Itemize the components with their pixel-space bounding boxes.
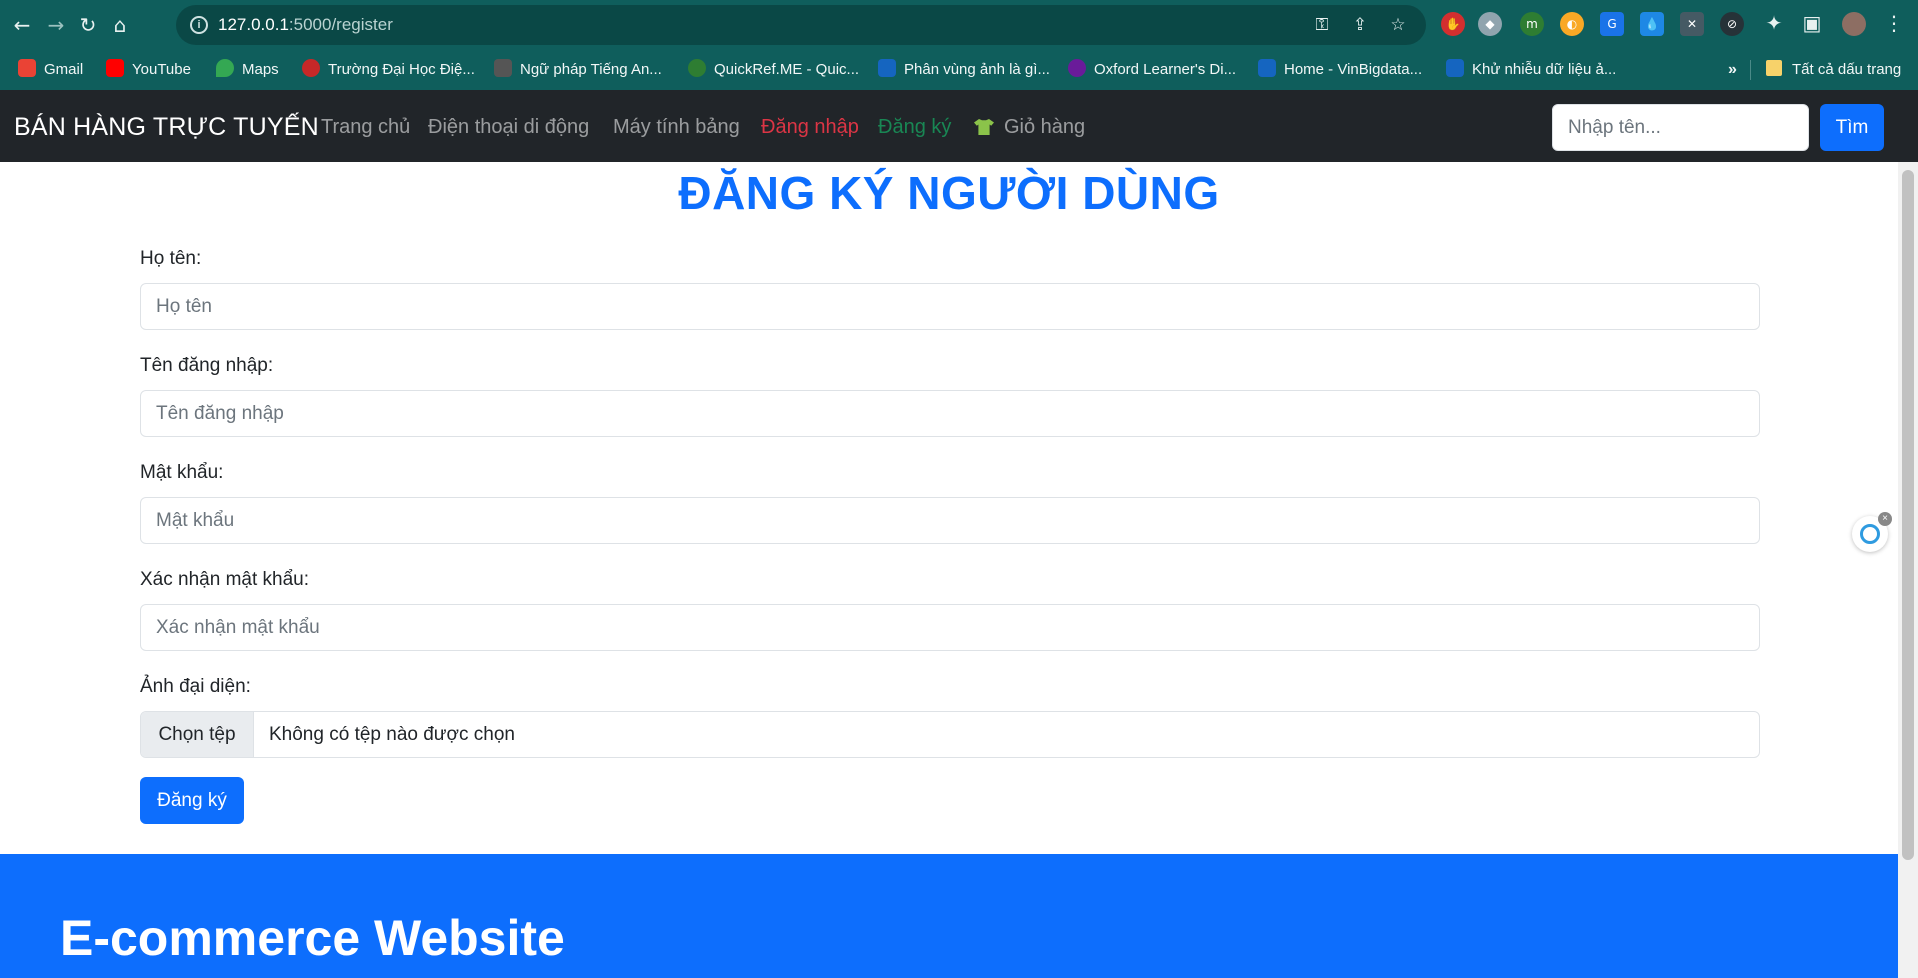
adblock-extension-icon[interactable]: ✋ (1441, 12, 1465, 36)
url-text[interactable]: 127.0.0.1:5000/register (218, 15, 393, 35)
oxford-icon (1068, 59, 1086, 77)
username-label: Tên đăng nhập: (140, 355, 274, 376)
url-host: 127.0.0.1 (218, 15, 289, 34)
extensions-puzzle-icon[interactable]: ✦ (1760, 9, 1788, 37)
close-icon[interactable]: × (1878, 512, 1892, 526)
nav-tablets[interactable]: Máy tính bảng (613, 116, 740, 139)
nav-register[interactable]: Đăng ký (878, 116, 951, 139)
all-bookmarks-label: Tất cả dấu trang (1792, 61, 1902, 78)
bookmark-denoise[interactable]: Khử nhiễu dữ liệu ả... (1446, 59, 1616, 81)
site-navbar: BÁN HÀNG TRỰC TUYẾN Trang chủ Điện thoại… (0, 90, 1918, 162)
password-key-icon[interactable]: ⚿ (1310, 13, 1334, 37)
bookmark-oxford[interactable]: Oxford Learner's Di... (1068, 59, 1236, 81)
bookmark-segmentation[interactable]: Phân vùng ảnh là gì... (878, 59, 1050, 81)
browser-toolbar: ← → ↻ ⌂ i 127.0.0.1:5000/register ⚿ ⇪ ☆ … (0, 0, 1918, 50)
folder-icon (1766, 60, 1782, 76)
bookmarks-bar: Gmail YouTube Maps Trường Đại Học Điệ...… (0, 50, 1918, 90)
search-input[interactable] (1552, 104, 1809, 151)
bookmark-label: Phân vùng ảnh là gì... (904, 61, 1050, 78)
nav-home[interactable]: Trang chủ (321, 116, 410, 139)
m-extension-icon[interactable]: m (1520, 12, 1544, 36)
scrollbar-thumb[interactable] (1902, 170, 1914, 860)
search-button[interactable]: Tìm (1820, 104, 1884, 151)
bookmark-university[interactable]: Trường Đại Học Điệ... (302, 59, 475, 81)
name-input[interactable] (140, 283, 1760, 330)
menu-kebab-icon[interactable]: ⋮ (1880, 9, 1908, 37)
page-title: ĐĂNG KÝ NGƯỜI DÙNG (678, 167, 1220, 219)
all-bookmarks-folder[interactable]: Tất cả dấu trang (1766, 59, 1901, 81)
site-footer: E-commerce Website (0, 854, 1898, 978)
avatar-label: Ảnh đại diện: (140, 676, 251, 697)
university-icon (302, 59, 320, 77)
side-panel-icon[interactable]: ▣ (1798, 9, 1826, 37)
gmail-icon (18, 59, 36, 77)
page-viewport: BÁN HÀNG TRỰC TUYẾN Trang chủ Điện thoại… (0, 90, 1918, 978)
bookmark-label: Oxford Learner's Di... (1094, 61, 1237, 78)
site-brand[interactable]: BÁN HÀNG TRỰC TUYẾN (14, 113, 319, 142)
username-input[interactable] (140, 390, 1760, 437)
confirm-password-label: Xác nhận mật khẩu: (140, 569, 309, 590)
reload-icon[interactable]: ↻ (74, 11, 102, 39)
grammar-icon (494, 59, 512, 77)
url-path: :5000/register (288, 15, 393, 34)
bookmark-label: Ngữ pháp Tiếng An... (520, 61, 662, 78)
bookmarks-overflow-icon[interactable]: » (1728, 59, 1737, 81)
youtube-icon (106, 59, 124, 77)
shield-extension-icon[interactable]: ◆ (1478, 12, 1502, 36)
register-submit-button[interactable]: Đăng ký (140, 777, 244, 824)
address-bar[interactable]: i 127.0.0.1:5000/register ⚿ ⇪ ☆ (176, 5, 1426, 45)
bookmark-label: YouTube (132, 61, 191, 78)
bookmark-quickref[interactable]: QuickRef.ME - Quic... (688, 59, 859, 81)
nav-cart[interactable]: Giỏ hàng (974, 116, 1085, 139)
bookmark-label: Home - VinBigdata... (1284, 61, 1423, 78)
name-label: Họ tên: (140, 248, 202, 269)
nav-cart-label: Giỏ hàng (1004, 116, 1086, 138)
slash-extension-icon[interactable]: ⊘ (1720, 12, 1744, 36)
bookmark-star-icon[interactable]: ☆ (1386, 13, 1410, 37)
nav-phones[interactable]: Điện thoại di động (428, 116, 589, 139)
heart-icon (1446, 59, 1464, 77)
share-icon[interactable]: ⇪ (1348, 13, 1372, 37)
password-label: Mật khẩu: (140, 462, 224, 483)
heart-icon (878, 59, 896, 77)
avatar-file-input[interactable]: Chọn tệp Không có tệp nào được chọn (140, 711, 1760, 758)
bookmark-vinbigdata[interactable]: Home - VinBigdata... (1258, 59, 1422, 81)
bookmark-label: Gmail (44, 61, 84, 78)
maps-icon (216, 59, 234, 77)
face-extension-icon[interactable]: ✕ (1680, 12, 1704, 36)
translate-extension-icon[interactable]: G (1600, 12, 1624, 36)
ai-swirl-icon (1860, 524, 1880, 544)
bookmarks-divider (1750, 60, 1751, 80)
forward-icon[interactable]: → (42, 11, 70, 39)
profile-avatar-icon[interactable] (1842, 12, 1866, 36)
file-status: Không có tệp nào được chọn (269, 724, 515, 745)
color-extension-icon[interactable]: ◐ (1560, 12, 1584, 36)
choose-file-button[interactable]: Chọn tệp (141, 712, 254, 757)
bookmark-label: Trường Đại Học Điệ... (328, 61, 475, 78)
drop-extension-icon[interactable]: 💧 (1640, 12, 1664, 36)
bookmark-gmail[interactable]: Gmail (18, 59, 83, 81)
shirt-icon (974, 119, 994, 135)
home-icon[interactable]: ⌂ (106, 11, 134, 39)
heart-icon (1258, 59, 1276, 77)
ai-assistant-button[interactable]: × (1852, 512, 1892, 552)
footer-title: E-commerce Website (60, 910, 565, 966)
nav-login[interactable]: Đăng nhập (761, 116, 859, 139)
page-scrollbar[interactable] (1898, 162, 1918, 978)
bookmark-youtube[interactable]: YouTube (106, 59, 191, 81)
site-info-icon[interactable]: i (190, 16, 208, 34)
bookmark-label: QuickRef.ME - Quic... (714, 61, 860, 78)
bookmark-label: Maps (242, 61, 279, 78)
bookmark-label: Khử nhiễu dữ liệu ả... (1472, 61, 1617, 78)
password-input[interactable] (140, 497, 1760, 544)
back-icon[interactable]: ← (8, 11, 36, 39)
bookmark-maps[interactable]: Maps (216, 59, 279, 81)
quickref-icon (688, 59, 706, 77)
bookmark-grammar[interactable]: Ngữ pháp Tiếng An... (494, 59, 662, 81)
confirm-password-input[interactable] (140, 604, 1760, 651)
